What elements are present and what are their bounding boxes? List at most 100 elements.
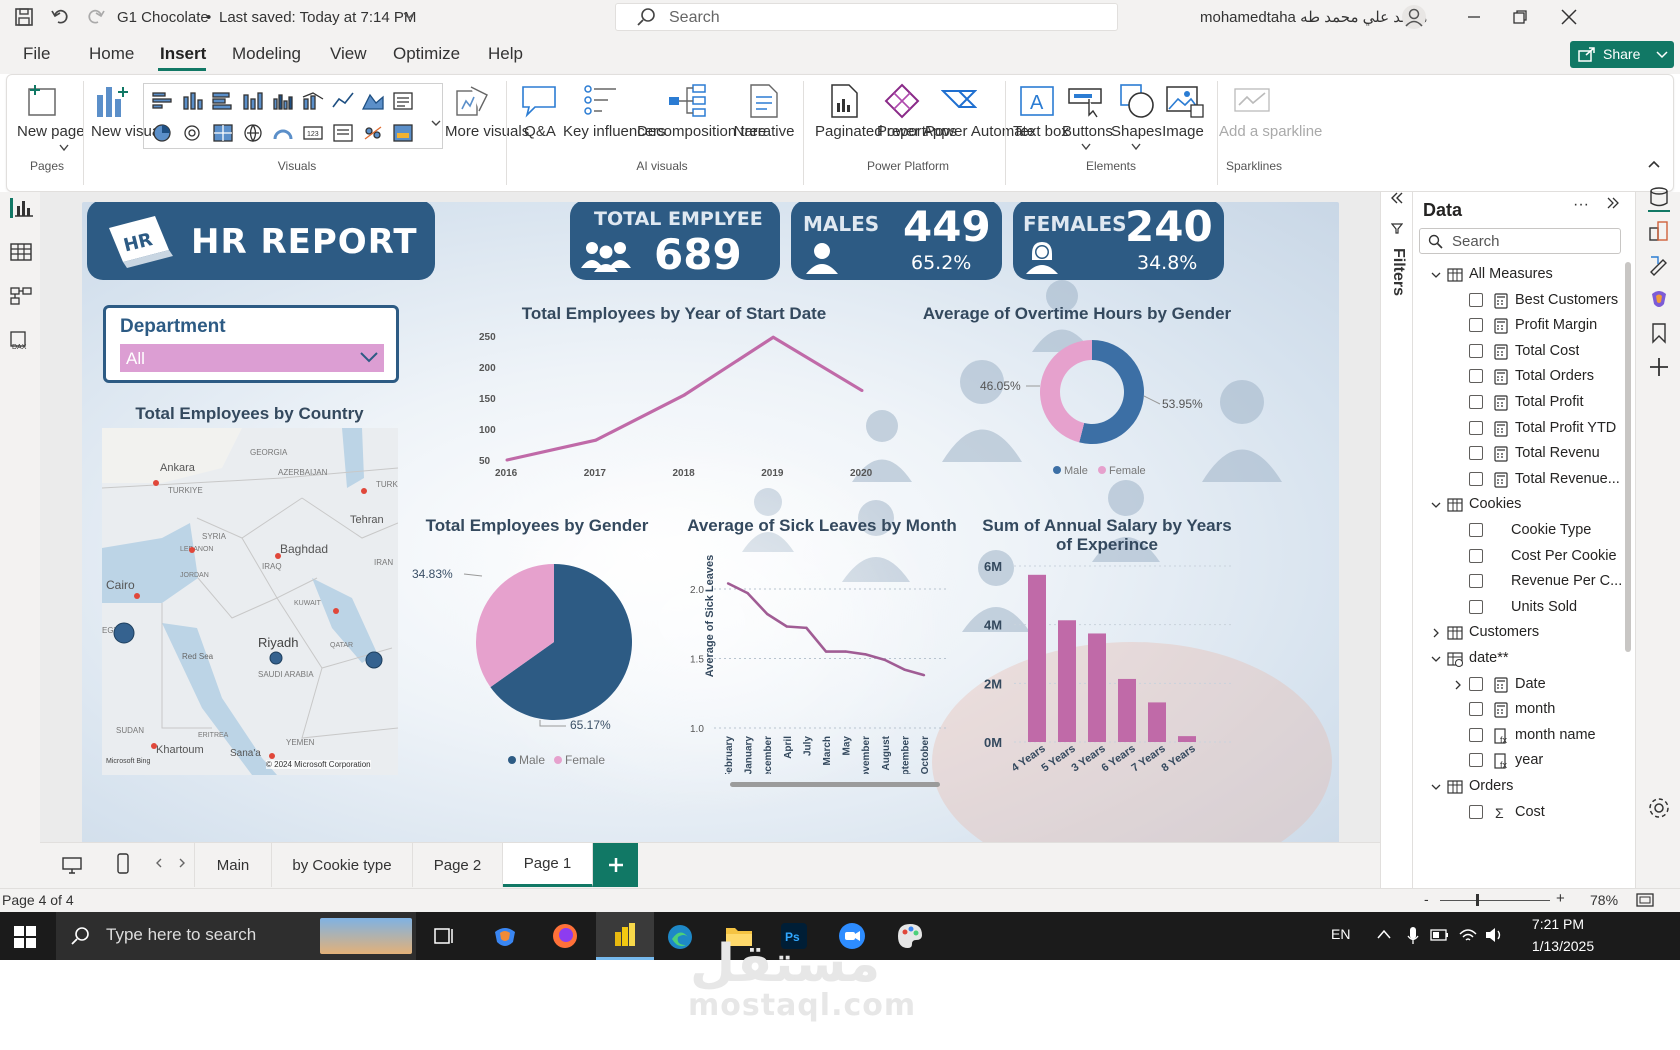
- chevron-down-icon[interactable]: [1131, 143, 1141, 151]
- department-dropdown[interactable]: All: [120, 344, 384, 372]
- restore-icon[interactable]: [1512, 9, 1528, 25]
- checkbox[interactable]: [1469, 702, 1483, 717]
- chevron-down-icon[interactable]: [402, 10, 416, 22]
- paginated-report-icon[interactable]: [829, 83, 861, 119]
- battery-icon[interactable]: [1430, 928, 1450, 942]
- employees-by-gender-pie[interactable]: 34.83% 65.17% Male Female: [412, 542, 652, 774]
- menu-modeling[interactable]: Modeling: [232, 44, 301, 64]
- tab-page-1[interactable]: Page 1: [503, 843, 593, 887]
- collapse-ribbon-icon[interactable]: [1647, 159, 1661, 169]
- text-box-label[interactable]: Text box: [1013, 123, 1069, 141]
- field-node[interactable]: Total Revenu: [1413, 441, 1625, 468]
- new-visual-icon[interactable]: [93, 83, 133, 121]
- tab-page-2[interactable]: Page 2: [413, 843, 503, 887]
- qa-icon[interactable]: [521, 83, 559, 119]
- chevron-down-icon[interactable]: [1431, 500, 1441, 510]
- collapse-pane-icon[interactable]: [1605, 196, 1619, 210]
- decomposition-tree-icon[interactable]: [667, 83, 707, 119]
- clock-time[interactable]: 7:21 PM: [1520, 916, 1596, 932]
- avatar-icon[interactable]: [1401, 4, 1427, 30]
- field-node[interactable]: Total Orders: [1413, 364, 1625, 391]
- mobile-layout-icon[interactable]: [116, 853, 130, 875]
- checkbox[interactable]: [1469, 318, 1483, 333]
- save-icon[interactable]: [14, 7, 34, 27]
- menu-file[interactable]: File: [23, 44, 50, 64]
- checkbox[interactable]: [1469, 574, 1483, 589]
- minimize-icon[interactable]: [1466, 9, 1482, 25]
- field-node[interactable]: Total Revenue...: [1413, 467, 1625, 494]
- field-node[interactable]: fx month name: [1413, 723, 1625, 750]
- model-view-icon[interactable]: [10, 286, 32, 306]
- menu-view[interactable]: View: [330, 44, 367, 64]
- sick-leaves-by-month-chart[interactable]: 2.0 1.5 1.0 February January December April Jul…: [678, 542, 968, 774]
- menu-home[interactable]: Home: [89, 44, 134, 64]
- table-node[interactable]: Cookies: [1413, 492, 1625, 519]
- table-view-icon[interactable]: [10, 242, 32, 262]
- add-pane-icon[interactable]: [1648, 356, 1670, 378]
- tab-main[interactable]: Main: [194, 843, 272, 887]
- image-icon[interactable]: [1165, 83, 1205, 119]
- next-page-icon[interactable]: [177, 857, 187, 869]
- field-node[interactable]: Total Profit YTD: [1413, 416, 1625, 443]
- overtime-donut-chart[interactable]: 53.95% 46.05% Male Female: [932, 324, 1252, 484]
- field-node[interactable]: Profit Margin: [1413, 313, 1625, 340]
- field-node[interactable]: fx year: [1413, 748, 1625, 775]
- table-node[interactable]: Customers: [1413, 620, 1625, 647]
- data-pane-scrollbar[interactable]: [1625, 262, 1631, 652]
- search-input[interactable]: Search: [615, 3, 1118, 31]
- new-page-icon[interactable]: [25, 83, 61, 119]
- checkbox[interactable]: [1469, 804, 1483, 819]
- field-node[interactable]: Cookie Type: [1413, 518, 1625, 545]
- checkbox[interactable]: [1469, 523, 1483, 537]
- expand-filters-icon[interactable]: [1390, 192, 1404, 204]
- microphone-icon[interactable]: [1406, 926, 1420, 946]
- field-node[interactable]: Date: [1413, 672, 1625, 699]
- power-automate-label[interactable]: Power Automate: [925, 123, 1035, 141]
- build-visual-icon[interactable]: [1648, 220, 1670, 242]
- new-visual-label[interactable]: New visual: [91, 123, 164, 141]
- task-view-icon[interactable]: [434, 926, 456, 946]
- narrative-icon[interactable]: [747, 83, 781, 119]
- taskbar-search-box[interactable]: Type here to search: [56, 912, 416, 960]
- firefox-icon[interactable]: [552, 923, 578, 949]
- chevron-down-icon[interactable]: [1431, 782, 1441, 792]
- buttons-icon[interactable]: [1067, 83, 1103, 119]
- prev-page-icon[interactable]: [154, 857, 164, 869]
- data-pane-icon[interactable]: [1648, 186, 1670, 212]
- chevron-up-icon[interactable]: [1376, 928, 1392, 940]
- qa-label[interactable]: Q&A: [517, 123, 563, 141]
- copilot-icon[interactable]: [1648, 288, 1670, 310]
- power-apps-label[interactable]: Power Apps: [877, 123, 957, 141]
- table-node[interactable]: Orders: [1413, 774, 1625, 801]
- checkbox[interactable]: [1469, 753, 1483, 768]
- volume-icon[interactable]: [1484, 926, 1504, 944]
- chevron-down-icon[interactable]: [1081, 143, 1091, 151]
- wifi-icon[interactable]: [1458, 926, 1478, 944]
- close-icon[interactable]: [1560, 8, 1578, 26]
- zoom-in-button[interactable]: +: [1556, 890, 1565, 907]
- more-options-icon[interactable]: ···: [1573, 196, 1589, 214]
- checkbox[interactable]: [1469, 599, 1483, 614]
- report-view-icon[interactable]: [10, 198, 35, 218]
- format-icon[interactable]: [1648, 254, 1670, 276]
- shapes-icon[interactable]: [1119, 83, 1155, 119]
- redo-icon[interactable]: [86, 6, 106, 26]
- key-influencers-label[interactable]: Key influencers: [563, 123, 666, 141]
- menu-insert[interactable]: Insert: [160, 44, 206, 64]
- horizontal-scrollbar[interactable]: [730, 782, 940, 787]
- chevron-right-icon[interactable]: [1431, 628, 1441, 638]
- new-page-label[interactable]: New page: [17, 123, 85, 141]
- table-node[interactable]: date**: [1413, 646, 1625, 673]
- clock-date[interactable]: 1/13/2025: [1520, 938, 1606, 954]
- employees-map[interactable]: Ankara TURKIYE GEORGIA AZERBAIJAN TURK T…: [102, 428, 398, 775]
- field-node[interactable]: Σ Cost: [1413, 800, 1625, 827]
- chevron-down-icon[interactable]: [1431, 654, 1441, 664]
- menu-help[interactable]: Help: [488, 44, 523, 64]
- power-bi-taskbar-button[interactable]: [596, 912, 654, 960]
- visual-icons[interactable]: 123: [143, 83, 459, 153]
- paginated-report-label[interactable]: Paginated report: [815, 123, 926, 141]
- zoom-slider-thumb[interactable]: [1476, 894, 1479, 906]
- more-visuals-icon[interactable]: [453, 83, 491, 119]
- image-label[interactable]: Image: [1159, 123, 1207, 141]
- language-indicator[interactable]: EN: [1331, 926, 1350, 942]
